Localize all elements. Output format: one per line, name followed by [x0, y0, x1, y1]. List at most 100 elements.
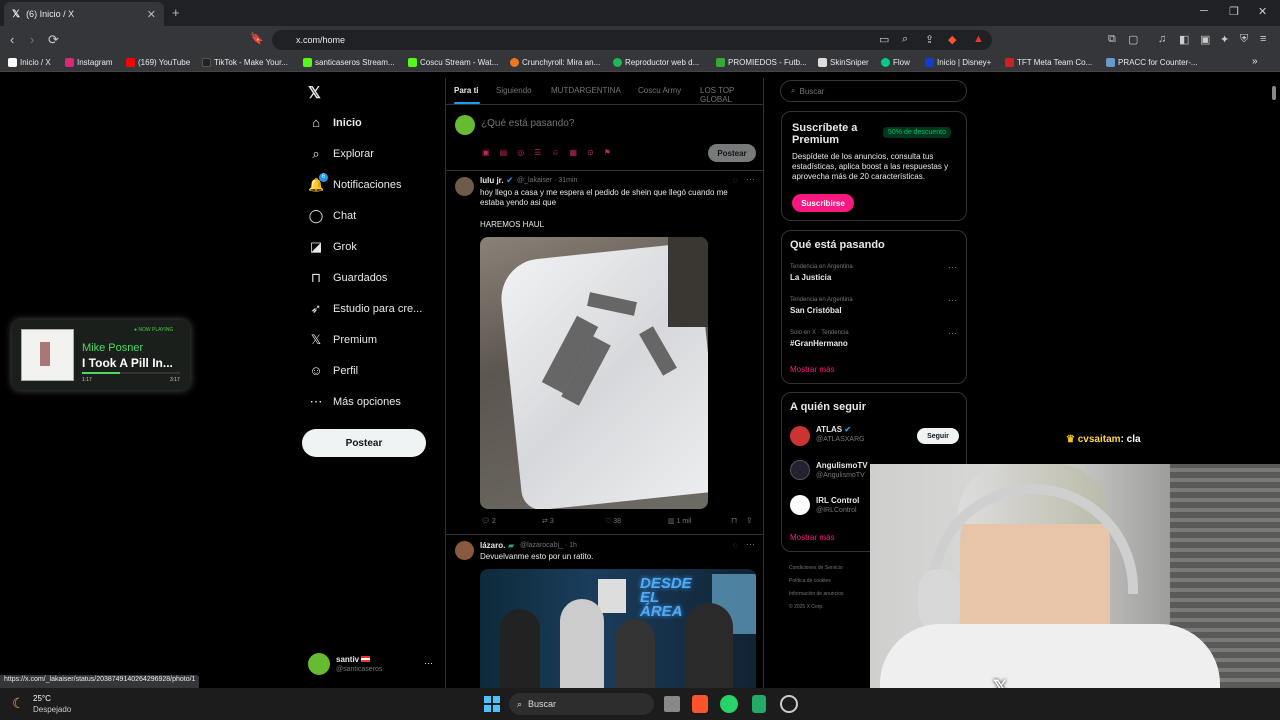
- leo-icon[interactable]: ✦: [1220, 33, 1229, 46]
- new-tab-icon[interactable]: +: [172, 5, 180, 20]
- screenshot-icon[interactable]: ▢: [1128, 33, 1138, 46]
- trend-item[interactable]: La Justicia: [790, 273, 831, 282]
- back-icon[interactable]: ‹: [10, 32, 14, 47]
- app-icon[interactable]: [752, 695, 766, 713]
- page-scrollbar[interactable]: [1272, 86, 1276, 100]
- close-tab-icon[interactable]: ✕: [147, 8, 156, 21]
- grok-icon[interactable]: ◎: [517, 148, 534, 157]
- tweet-more-icon[interactable]: ⋯: [746, 539, 755, 550]
- app-icon[interactable]: [780, 695, 798, 713]
- brave-browser-icon[interactable]: [692, 695, 708, 713]
- tweet-time[interactable]: · 1h: [565, 542, 577, 549]
- more-bookmarks-icon[interactable]: »: [1252, 56, 1258, 67]
- reload-icon[interactable]: ⟳: [48, 32, 59, 48]
- avatar[interactable]: [790, 460, 810, 480]
- close-window-icon[interactable]: ✕: [1258, 5, 1267, 18]
- sidebar-item-explorar[interactable]: ⌕ Explorar: [308, 146, 374, 162]
- bookmark-item[interactable]: Flow: [881, 58, 910, 67]
- retweet-button[interactable]: ⇄ 3: [542, 517, 554, 525]
- sidebar-item-chat[interactable]: ◯ Chat: [308, 208, 357, 224]
- trend-more-icon[interactable]: ⋯: [948, 295, 957, 306]
- bookmark-item[interactable]: Reproductor web d...: [613, 58, 699, 67]
- bookmark-tweet-icon[interactable]: ⊓: [731, 516, 737, 525]
- tweet-time[interactable]: · 31min: [554, 177, 577, 184]
- tab-mutdargentina[interactable]: MUTDARGENTINA: [551, 86, 621, 95]
- trend-item[interactable]: #GranHermano: [790, 339, 848, 348]
- bookmark-item[interactable]: Crunchyroll: Mira an...: [510, 58, 600, 67]
- vpn-icon[interactable]: ⛨: [1240, 33, 1248, 46]
- tweet-author-name[interactable]: lázaro.: [480, 541, 505, 550]
- menu-icon[interactable]: ≡: [1260, 33, 1266, 45]
- bookmark-item[interactable]: TikTok - Make Your...: [202, 58, 288, 67]
- bookmark-item[interactable]: Inicio | Disney+: [925, 58, 991, 67]
- composer-post-button[interactable]: Postear: [708, 144, 756, 162]
- tab-los-top-global[interactable]: LOS TOP GLOBAL: [700, 86, 763, 104]
- views-button[interactable]: ▥ 1 mil: [668, 517, 691, 525]
- sidebar-item-perfil[interactable]: ☺ Perfil: [308, 363, 358, 378]
- bookmark-item[interactable]: PROMIEDOS - Futb...: [716, 58, 807, 67]
- trends-show-more-link[interactable]: Mostrar más: [790, 365, 834, 374]
- bookmark-page-icon[interactable]: 🔖: [250, 32, 264, 45]
- follow-name[interactable]: ATLAS ✔: [816, 425, 851, 434]
- avatar[interactable]: [308, 653, 330, 675]
- avatar[interactable]: [455, 177, 474, 196]
- location-icon[interactable]: ⊙: [587, 148, 604, 157]
- sidebar-item-inicio[interactable]: ⌂ Inicio: [308, 115, 362, 130]
- avatar[interactable]: [790, 495, 810, 515]
- avatar[interactable]: [790, 426, 810, 446]
- sidebar-item-grok[interactable]: ◪ Grok: [308, 239, 357, 255]
- zoom-icon[interactable]: ⌕: [902, 33, 908, 46]
- footer-link[interactable]: Condiciones de Servicio: [789, 562, 843, 575]
- tweet-more-icon[interactable]: ⋯: [746, 174, 755, 185]
- bookmark-item[interactable]: (169) YouTube: [126, 58, 190, 67]
- follow-name[interactable]: AngulismoTV: [816, 461, 868, 470]
- tweet-image[interactable]: DESDE EL ÁREA: [480, 569, 756, 690]
- composer-input[interactable]: ¿Qué está pasando?: [481, 118, 574, 129]
- tab-siguiendo[interactable]: Siguiendo: [496, 86, 532, 95]
- sidebar-item-estudio[interactable]: ➶ Estudio para cre...: [308, 301, 423, 317]
- forward-icon[interactable]: ›: [30, 32, 34, 47]
- bookmark-item[interactable]: Inicio / X: [8, 58, 51, 67]
- footer-link[interactable]: Política de cookies: [789, 575, 843, 588]
- extensions-icon[interactable]: ⧉: [1108, 33, 1116, 46]
- weather-temp[interactable]: 25°C: [33, 694, 51, 703]
- taskbar-search[interactable]: ⌕ Buscar: [509, 693, 654, 715]
- emoji-icon[interactable]: ☺: [551, 148, 569, 157]
- share-icon[interactable]: ⇪: [925, 33, 934, 46]
- x-home-logo-icon[interactable]: 𝕏: [308, 83, 321, 103]
- schedule-icon[interactable]: ▦: [569, 148, 587, 157]
- sidebar-item-notificaciones[interactable]: 🔔 6 Notificaciones: [308, 173, 401, 193]
- maximize-icon[interactable]: ❐: [1229, 5, 1239, 18]
- sidebar-item-mas-opciones[interactable]: ⋯ Más opciones: [308, 394, 401, 410]
- avatar[interactable]: [455, 541, 474, 560]
- bookmark-item[interactable]: Coscu Stream - Wat...: [408, 58, 498, 67]
- minimize-icon[interactable]: ─: [1200, 5, 1208, 17]
- sidebar-item-premium[interactable]: 𝕏 Premium: [308, 332, 377, 348]
- trend-more-icon[interactable]: ⋯: [948, 328, 957, 339]
- tab-para-ti[interactable]: Para ti: [454, 86, 478, 95]
- follow-show-more-link[interactable]: Mostrar más: [790, 533, 834, 542]
- sidebar-icon[interactable]: ◧: [1179, 33, 1189, 46]
- brave-shield-icon[interactable]: ◆: [948, 33, 956, 46]
- windows-start-icon[interactable]: [484, 696, 500, 712]
- wallet-icon[interactable]: ▣: [1200, 33, 1210, 46]
- share-tweet-icon[interactable]: ⇪: [746, 516, 753, 525]
- cast-icon[interactable]: ▭: [879, 33, 889, 46]
- browser-tab[interactable]: 𝕏 (6) Inicio / X ✕: [4, 2, 164, 26]
- whatsapp-icon[interactable]: [720, 695, 738, 713]
- grok-icon[interactable]: ◌: [733, 541, 738, 550]
- media-icon[interactable]: ♫: [1158, 33, 1166, 45]
- weather-desc[interactable]: Despejado: [33, 705, 71, 714]
- follow-name[interactable]: IRL Control: [816, 496, 859, 505]
- subscribe-button[interactable]: Suscribirse: [792, 194, 854, 212]
- gif-icon[interactable]: ▤: [500, 148, 518, 157]
- bookmark-item[interactable]: Instagram: [65, 58, 113, 67]
- image-icon[interactable]: ▣: [482, 148, 500, 157]
- tweet-author-name[interactable]: lulu jr.: [480, 176, 504, 185]
- poll-icon[interactable]: ☰: [534, 148, 551, 157]
- brave-rewards-icon[interactable]: ▲: [973, 33, 984, 45]
- bookmark-item[interactable]: PRACC for Counter-...: [1106, 58, 1198, 67]
- bookmark-item[interactable]: santicaseros Stream...: [303, 58, 395, 67]
- bookmark-item[interactable]: TFT Meta Team Co...: [1005, 58, 1092, 67]
- account-more-icon[interactable]: ⋯: [424, 658, 433, 669]
